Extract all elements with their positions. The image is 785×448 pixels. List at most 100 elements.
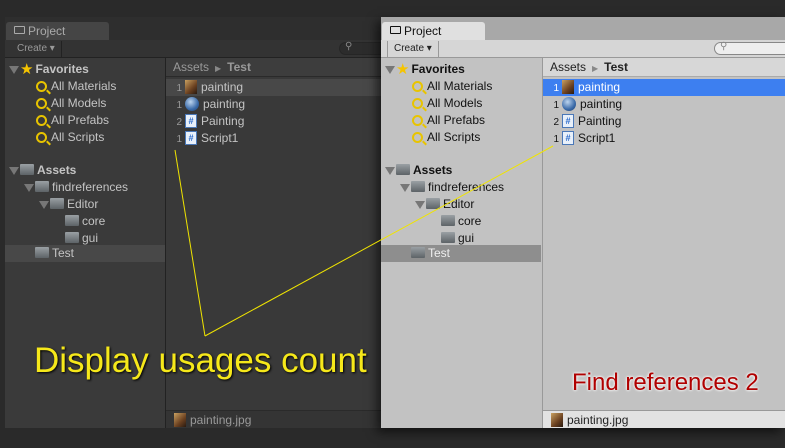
tree-label: Editor (67, 197, 99, 211)
breadcrumb-current: Test (227, 60, 251, 74)
toolbar: Create ▾ ⚲ (381, 40, 785, 58)
tree-item-editor[interactable]: Editor (381, 196, 541, 213)
tree-label: findreferences (52, 180, 129, 194)
folder-icon (441, 215, 455, 227)
create-button[interactable]: Create ▾ (11, 41, 62, 57)
search-filter-icon (36, 98, 47, 110)
favorite-all-scripts[interactable]: All Scripts (381, 129, 541, 146)
tree-label: All Scripts (427, 130, 481, 144)
selected-asset-path: painting.jpg (190, 413, 252, 427)
folder-icon (14, 26, 25, 34)
folder-icon (411, 181, 425, 193)
asset-row[interactable]: 1 painting (543, 96, 785, 113)
search-input[interactable]: ⚲ (339, 41, 381, 55)
expand-triangle-icon[interactable] (400, 183, 410, 192)
tree-label: All Models (427, 96, 483, 110)
asset-row[interactable]: 1 painting (166, 96, 381, 113)
tree-item-editor[interactable]: Editor (5, 196, 165, 213)
favorite-all-prefabs[interactable]: All Prefabs (5, 112, 165, 129)
folder-icon (65, 232, 79, 244)
tree-label: All Prefabs (51, 113, 110, 127)
expand-triangle-icon[interactable] (39, 200, 49, 209)
search-filter-icon (412, 81, 423, 93)
folder-icon (441, 232, 455, 244)
csharp-script-icon: # (185, 130, 197, 145)
favorite-all-materials[interactable]: All Materials (5, 78, 165, 95)
tree-item-findreferences[interactable]: findreferences (381, 179, 541, 196)
tree-item-core[interactable]: core (381, 213, 541, 230)
tree-item-core[interactable]: core (5, 213, 165, 230)
texture-icon (551, 412, 563, 427)
favorite-all-models[interactable]: All Models (5, 95, 165, 112)
asset-name: painting (203, 97, 246, 111)
asset-row[interactable]: 1 painting (166, 79, 381, 96)
search-filter-icon (412, 132, 423, 144)
folder-icon (396, 164, 410, 176)
tree-label: Favorites (35, 62, 89, 76)
folder-icon (50, 198, 64, 210)
tree-label: All Models (51, 96, 107, 110)
tree-item-findreferences[interactable]: findreferences (5, 179, 165, 196)
asset-row[interactable]: 1 # Script1 (166, 130, 381, 147)
breadcrumb-root[interactable]: Assets (173, 60, 209, 74)
search-filter-icon (36, 132, 47, 144)
expand-triangle-icon[interactable] (385, 166, 395, 175)
search-input[interactable]: ⚲ (714, 41, 785, 55)
asset-row[interactable]: 1 painting (543, 79, 785, 96)
tree-item-test[interactable]: Test (381, 245, 541, 262)
texture-icon (562, 79, 574, 94)
selected-asset-footer: painting.jpg (543, 410, 785, 428)
breadcrumb-current: Test (604, 60, 628, 74)
tree-label: gui (82, 231, 99, 245)
csharp-script-icon: # (562, 113, 574, 128)
tree-item-assets[interactable]: Assets (5, 162, 165, 179)
tree-label: Favorites (411, 62, 465, 76)
expand-triangle-icon[interactable] (415, 200, 425, 209)
usage-count: 1 (176, 100, 182, 111)
tab-label: Project (404, 24, 442, 38)
usage-count: 1 (553, 83, 559, 94)
favorite-all-scripts[interactable]: All Scripts (5, 129, 165, 146)
folder-icon (390, 26, 401, 34)
expand-triangle-icon[interactable] (9, 65, 19, 74)
breadcrumb: Assets ▶ Test (543, 58, 785, 77)
tree-label: Test (52, 246, 75, 260)
tree-item-favorites[interactable]: ★ Favorites (5, 61, 165, 78)
folder-icon (411, 247, 425, 259)
folder-icon (20, 164, 34, 176)
expand-triangle-icon[interactable] (24, 183, 34, 192)
asset-row[interactable]: 1 # Script1 (543, 130, 785, 147)
tree-label: All Materials (51, 79, 117, 93)
asset-name: Script1 (201, 131, 239, 145)
tree-item-test[interactable]: Test (5, 245, 165, 262)
usage-count: 1 (553, 100, 559, 111)
expand-triangle-icon[interactable] (9, 166, 19, 175)
search-filter-icon (36, 115, 47, 127)
selected-asset-path: painting.jpg (567, 413, 629, 427)
search-filter-icon (412, 115, 423, 127)
asset-row[interactable]: 2 # Painting (543, 113, 785, 130)
csharp-script-icon: # (185, 113, 197, 128)
project-tab[interactable]: Project (382, 22, 485, 40)
favorite-all-models[interactable]: All Models (381, 95, 541, 112)
usage-count: 1 (553, 134, 559, 145)
expand-triangle-icon[interactable] (385, 65, 395, 74)
tree-item-assets[interactable]: Assets (381, 162, 541, 179)
tree-label: core (458, 214, 482, 228)
favorite-all-materials[interactable]: All Materials (381, 78, 541, 95)
project-window-light: Project Create ▾ ⚲ ★ Favorites All Materi… (381, 17, 785, 428)
tree-label: Editor (443, 197, 475, 211)
toolbar: Create ▾ ⚲ (5, 40, 381, 58)
asset-row[interactable]: 2 # Painting (166, 113, 381, 130)
create-button[interactable]: Create ▾ (387, 41, 439, 57)
selected-asset-footer: painting.jpg (166, 410, 381, 428)
tree-label: Test (428, 246, 451, 260)
tab-bar: Project (381, 17, 785, 40)
project-tab[interactable]: Project (6, 22, 109, 40)
folder-icon (65, 215, 79, 227)
asset-name: Painting (578, 114, 622, 128)
usage-count: 1 (176, 83, 182, 94)
favorite-all-prefabs[interactable]: All Prefabs (381, 112, 541, 129)
tree-item-favorites[interactable]: ★ Favorites (381, 61, 541, 78)
breadcrumb-root[interactable]: Assets (550, 60, 586, 74)
